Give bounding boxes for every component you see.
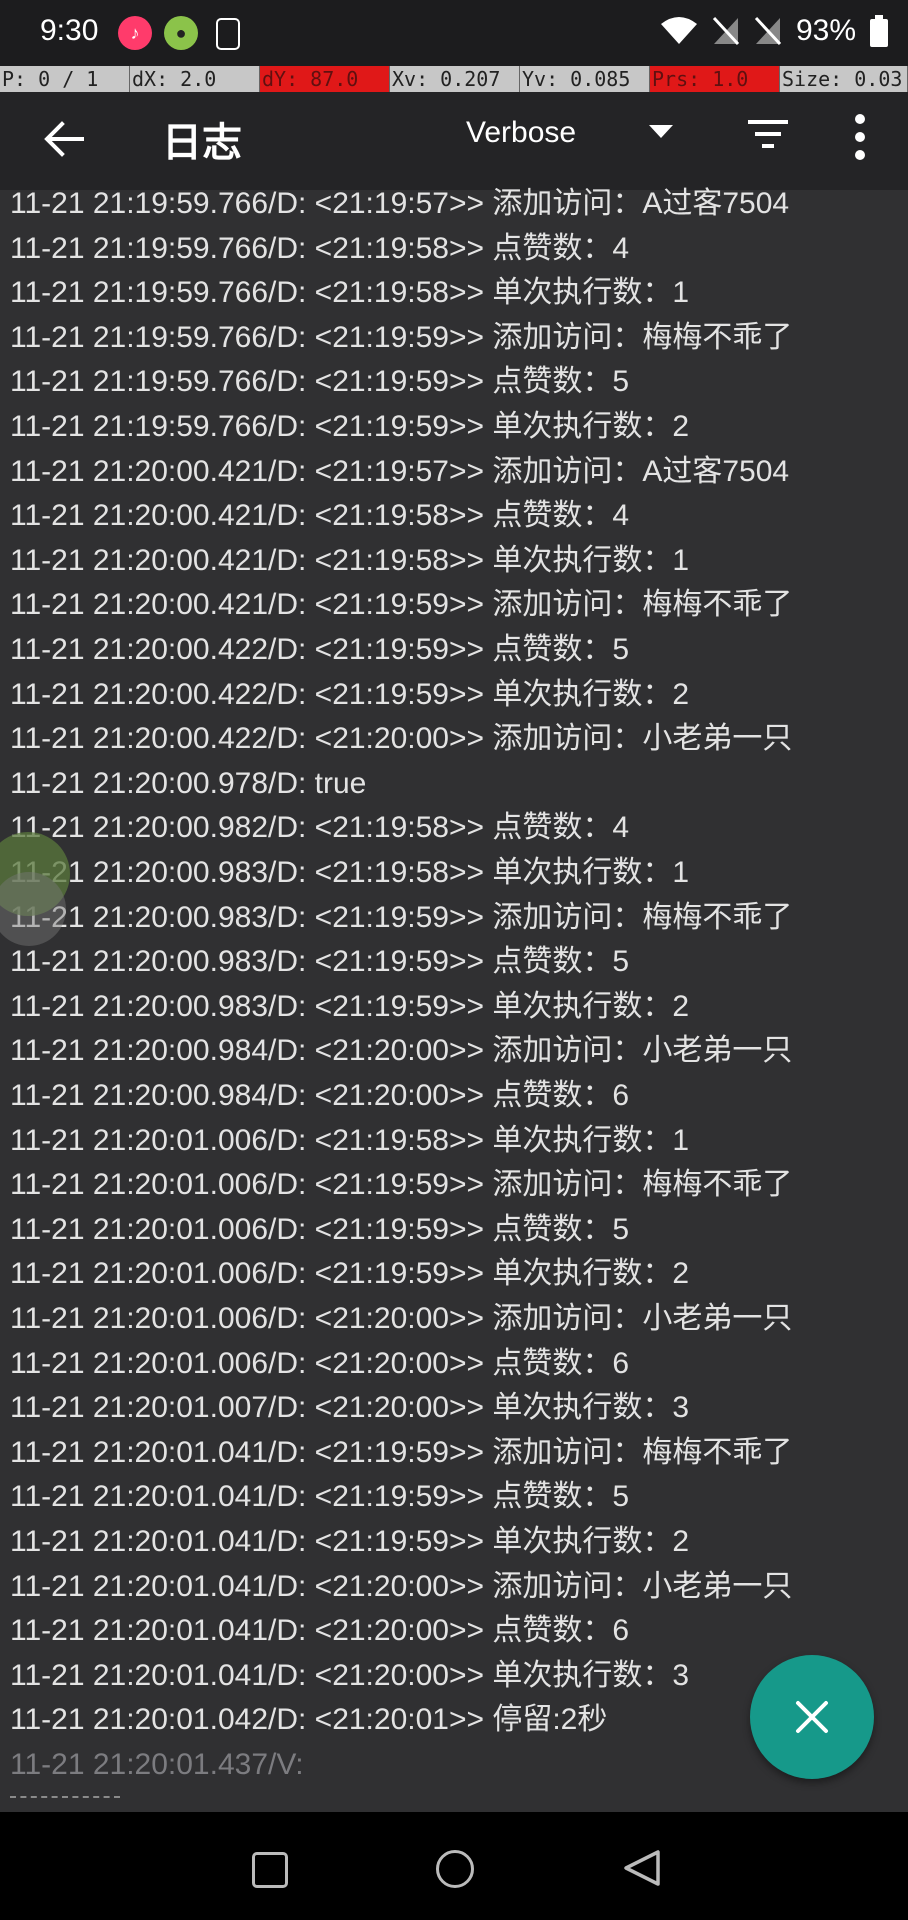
log-line: 11-21 21:20:00.984/D: <21:20:00>> 点赞数：6 (10, 1079, 630, 1112)
log-line: 11-21 21:20:01.006/D: <21:20:00>> 添加访问：小… (10, 1302, 793, 1335)
overlay-yv: Yv: 0.085 (520, 66, 650, 92)
log-divider (10, 1796, 120, 1798)
overlay-size: Size: 0.03 (780, 66, 908, 92)
overlay-prs: Prs: 1.0 (650, 66, 780, 92)
log-line: 11-21 21:20:00.421/D: <21:19:57>> 添加访问：A… (10, 454, 790, 488)
back-icon[interactable] (622, 1848, 662, 1888)
log-line: 11-21 21:20:01.006/D: <21:19:59>> 点赞数：5 (10, 1212, 630, 1246)
wifi-icon (660, 17, 697, 44)
overlay-dy: dY: 87.0 (260, 66, 390, 92)
log-line: 11-21 21:20:01.041/D: <21:20:00>> 点赞数：6 (10, 1614, 630, 1648)
status-bar: 9:30 ♪ ● 93% (0, 0, 908, 66)
more-options-icon[interactable] (850, 112, 870, 162)
overlay-dx: dX: 2.0 (130, 66, 260, 92)
log-line: 11-21 21:20:01.041/D: <21:19:59>> 点赞数：5 (10, 1480, 630, 1514)
page-title: 日志 (162, 121, 242, 165)
app-toolbar: 日志 Verbose (0, 92, 908, 190)
log-line: 11-21 21:20:00.421/D: <21:19:59>> 添加访问：梅… (10, 588, 793, 622)
back-arrow-icon[interactable] (40, 116, 86, 162)
log-line: 11-21 21:20:00.422/D: <21:19:59>> 单次执行数：… (10, 677, 690, 711)
dropdown-arrow-icon[interactable] (648, 124, 674, 140)
log-line: 11-21 21:20:00.983/D: <21:19:59>> 单次执行数：… (10, 989, 690, 1023)
log-line: 11-21 21:19:59.766/D: <21:19:58>> 单次执行数：… (10, 276, 690, 310)
status-right: 93% (660, 14, 888, 48)
home-icon[interactable] (436, 1850, 474, 1888)
battery-percent: 93% (795, 14, 856, 47)
status-time: 9:30 (40, 14, 99, 47)
log-line: 11-21 21:20:01.006/D: <21:19:59>> 单次执行数：… (10, 1257, 690, 1291)
log-line: 11-21 21:19:59.766/D: <21:19:59>> 添加访问：梅… (10, 320, 793, 354)
log-line: 11-21 21:20:01.041/D: <21:19:59>> 单次执行数：… (10, 1525, 690, 1558)
log-line: 11-21 21:20:01.042/D: <21:20:01>> 停留:2秒 (10, 1703, 608, 1737)
battery-icon (870, 15, 888, 47)
overlay-xv: Xv: 0.207 (390, 66, 520, 92)
log-list[interactable]: 11-21 21:19:59.766/D: <21:19:57>> 添加访问：A… (0, 182, 908, 1812)
log-line: 11-21 21:20:00.983/D: <21:19:59>> 添加访问：梅… (10, 900, 793, 934)
log-line: 11-21 21:20:00.983/D: <21:19:59>> 点赞数：5 (10, 945, 630, 979)
log-line: 11-21 21:20:00.984/D: <21:20:00>> 添加访问：小… (10, 1034, 793, 1068)
screenshot-icon (216, 18, 240, 50)
log-line: 11-21 21:20:00.422/D: <21:19:59>> 点赞数：5 (10, 633, 630, 666)
system-nav-bar (0, 1812, 908, 1920)
log-line: 11-21 21:20:01.006/D: <21:20:00>> 点赞数：6 (10, 1346, 630, 1380)
overlay-pointer-count: P: 0 / 1 (0, 66, 130, 92)
recents-icon[interactable] (252, 1852, 288, 1888)
status-notification-icons: ♪ ● (118, 16, 240, 50)
log-line: 11-21 21:20:01.437/V: (10, 1748, 304, 1781)
log-line: 11-21 21:20:00.978/D: true (10, 766, 367, 800)
log-line: 11-21 21:19:59.766/D: <21:19:57>> 添加访问：A… (10, 187, 790, 220)
signal-off-icon (712, 16, 740, 46)
tiktok-icon: ♪ (118, 16, 152, 50)
log-line: 11-21 21:20:00.983/D: <21:19:58>> 单次执行数：… (10, 856, 690, 889)
log-line: 11-21 21:19:59.766/D: <21:19:59>> 单次执行数：… (10, 410, 690, 443)
log-line: 11-21 21:19:59.766/D: <21:19:59>> 点赞数：5 (10, 365, 630, 399)
log-line: 11-21 21:20:00.422/D: <21:20:00>> 添加访问：小… (10, 722, 793, 756)
log-line: 11-21 21:20:01.006/D: <21:19:59>> 添加访问：梅… (10, 1168, 793, 1202)
pointer-location-overlay: P: 0 / 1 dX: 2.0 dY: 87.0 Xv: 0.207 Yv: … (0, 66, 908, 92)
log-line: 11-21 21:20:00.982/D: <21:19:58>> 点赞数：4 (10, 811, 630, 845)
signal-off-icon (754, 16, 782, 46)
log-line: 11-21 21:20:01.007/D: <21:20:00>> 单次执行数：… (10, 1391, 690, 1425)
log-level-select[interactable]: Verbose (466, 116, 576, 150)
log-line: 11-21 21:19:59.766/D: <21:19:58>> 点赞数：4 (10, 231, 630, 265)
close-fab-button[interactable] (750, 1655, 874, 1779)
log-line: 11-21 21:20:00.421/D: <21:19:58>> 单次执行数：… (10, 543, 690, 577)
app-icon: ● (164, 16, 198, 50)
log-line: 11-21 21:20:01.006/D: <21:19:58>> 单次执行数：… (10, 1123, 690, 1157)
log-line: 11-21 21:20:01.041/D: <21:20:00>> 添加访问：小… (10, 1569, 793, 1603)
close-icon (796, 1701, 828, 1733)
filter-icon[interactable] (748, 118, 788, 152)
log-line: 11-21 21:20:01.041/D: <21:19:59>> 添加访问：梅… (10, 1435, 793, 1469)
log-line: 11-21 21:20:00.421/D: <21:19:58>> 点赞数：4 (10, 499, 630, 533)
log-line: 11-21 21:20:01.041/D: <21:20:00>> 单次执行数：… (10, 1658, 690, 1692)
